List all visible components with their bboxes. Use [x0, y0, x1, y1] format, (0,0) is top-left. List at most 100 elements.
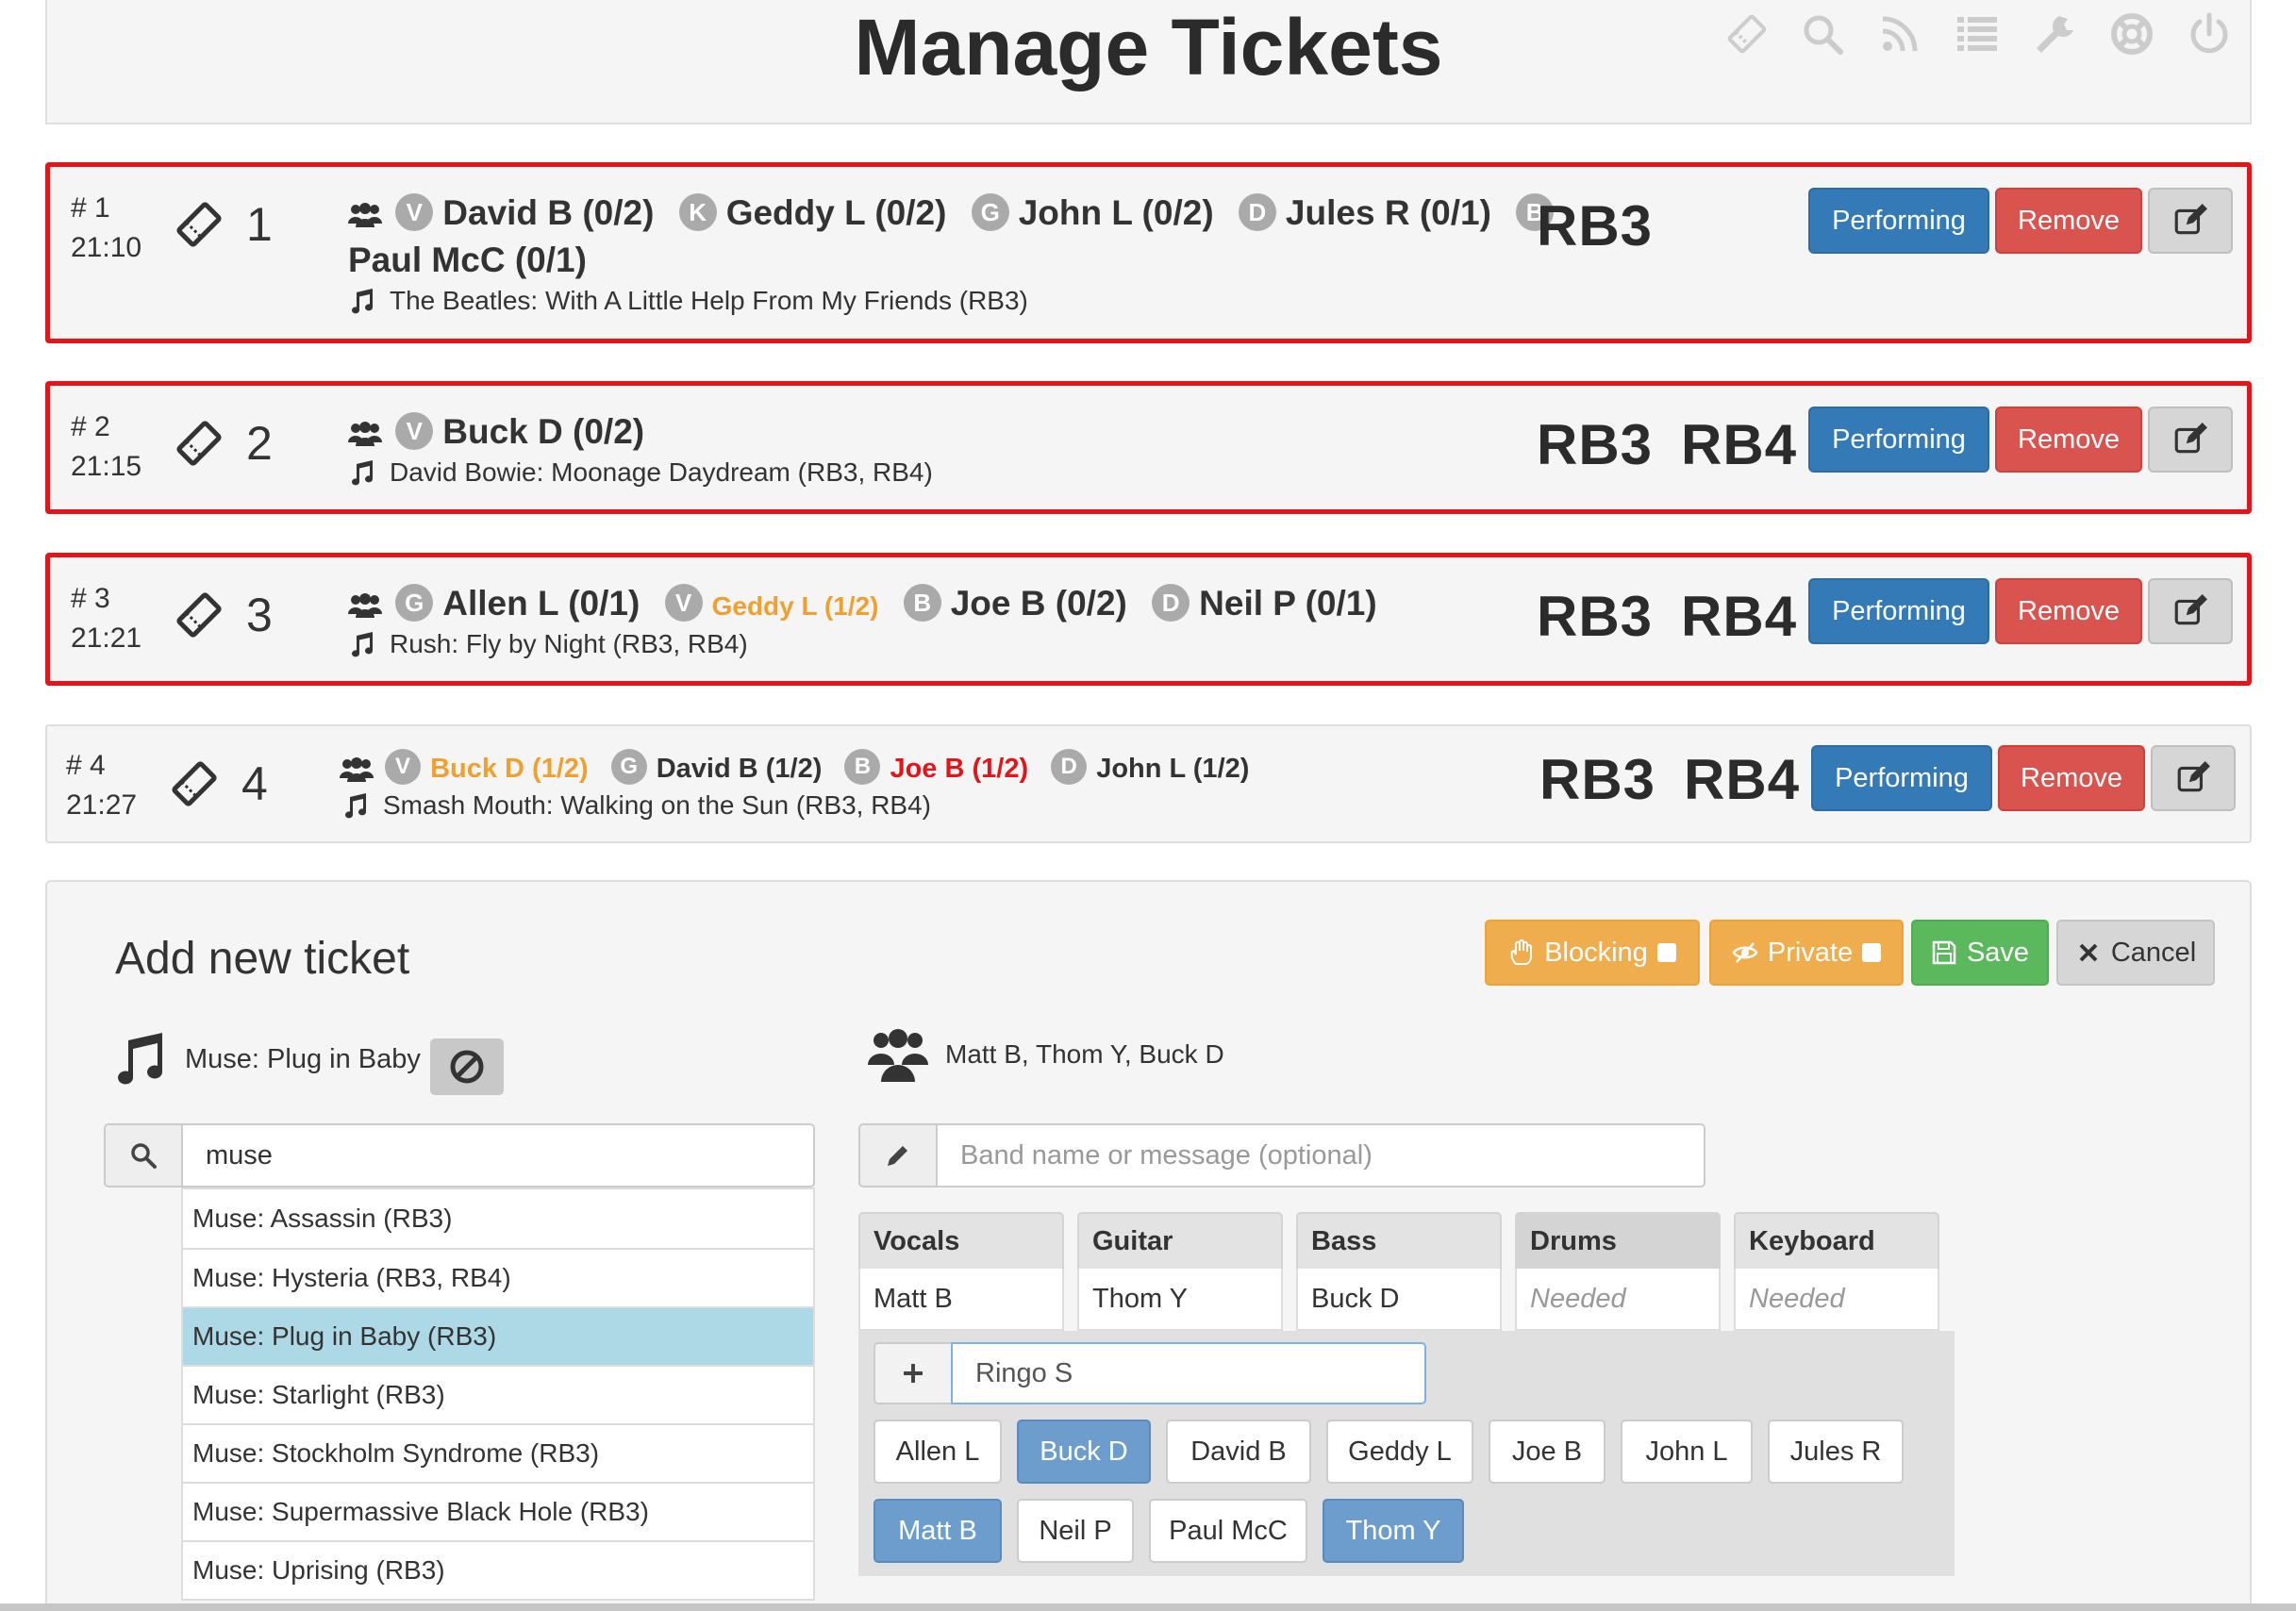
song-title: Rush: Fly by Night (RB3, RB4)	[390, 629, 748, 658]
performer-name: David B (0/2)	[442, 193, 655, 232]
remove-button[interactable]: Remove	[1998, 745, 2145, 811]
performer-list: G Allen L (0/1) V Geddy L (1/2) B Joe B (0/…	[348, 580, 1574, 630]
private-checkbox[interactable]	[1862, 943, 1882, 962]
users-icon	[868, 1029, 928, 1082]
ticket-number: 3	[173, 588, 273, 642]
ban-icon	[450, 1050, 484, 1084]
performer-chip-selected[interactable]: Matt B	[873, 1499, 1002, 1563]
tab-performer: Thom Y	[1077, 1269, 1283, 1331]
lifebuoy-icon[interactable]	[2102, 6, 2162, 62]
tab-vocals[interactable]: Vocals Matt B	[858, 1212, 1064, 1331]
performer-name-input[interactable]: Ringo S	[951, 1342, 1426, 1404]
users-icon	[348, 422, 382, 447]
tab-drums[interactable]: Drums Needed	[1515, 1212, 1721, 1331]
add-performer-group: Ringo S	[873, 1342, 1426, 1404]
edit-icon	[2177, 761, 2210, 792]
performer-chip[interactable]: Paul McC	[1149, 1499, 1307, 1563]
game-tags: RB3 RB4	[1537, 584, 1797, 649]
performer-entry: K Geddy L (0/2)	[678, 190, 946, 237]
song-result-item-selected[interactable]: Muse: Plug in Baby (RB3)	[183, 1306, 813, 1365]
tab-keyboard[interactable]: Keyboard Needed	[1734, 1212, 1939, 1331]
clear-song-button[interactable]	[430, 1038, 504, 1095]
instrument-badge: B	[903, 584, 941, 623]
performing-button[interactable]: Performing	[1808, 188, 1989, 254]
game-tag: RB3	[1539, 748, 1656, 811]
instrument-badge: V	[664, 584, 703, 623]
horizontal-scrollbar[interactable]	[0, 1603, 2296, 1611]
band-message-input[interactable]: Band name or message (optional)	[936, 1123, 1705, 1187]
tab-guitar[interactable]: Guitar Thom Y	[1077, 1212, 1283, 1331]
power-icon[interactable]	[2179, 6, 2239, 62]
music-note-icon	[345, 793, 366, 819]
performer-chip[interactable]: Joe B	[1489, 1420, 1606, 1484]
performing-button[interactable]: Performing	[1811, 745, 1992, 811]
remove-button[interactable]: Remove	[1995, 407, 2142, 473]
game-tag: RB3	[1537, 194, 1654, 257]
performer-entry: G John L (0/2)	[971, 190, 1214, 237]
wrench-icon[interactable]	[2024, 6, 2085, 62]
performing-button[interactable]: Performing	[1808, 578, 1989, 644]
performer-chip[interactable]: Jules R	[1768, 1420, 1904, 1484]
pencil-addon	[858, 1123, 936, 1187]
edit-button[interactable]	[2148, 578, 2233, 644]
remove-button[interactable]: Remove	[1995, 578, 2142, 644]
ticket-number: 2	[173, 416, 273, 471]
instrument-badge: D	[1152, 584, 1190, 623]
performer-chip[interactable]: David B	[1166, 1420, 1311, 1484]
song-result-item[interactable]: Muse: Starlight (RB3)	[183, 1365, 813, 1423]
song-result-item[interactable]: Muse: Hysteria (RB3, RB4)	[183, 1248, 813, 1306]
instrument-badge: V	[385, 749, 422, 786]
remove-button[interactable]: Remove	[1995, 188, 2142, 254]
ticket-icon	[176, 202, 222, 247]
edit-button[interactable]	[2148, 188, 2233, 254]
song-search-input[interactable]: muse	[181, 1123, 815, 1187]
performer-chip[interactable]: Geddy L	[1326, 1420, 1473, 1484]
song-result-item[interactable]: Muse: Assassin (RB3)	[183, 1189, 813, 1248]
rss-icon[interactable]	[1870, 6, 1930, 62]
music-note-icon	[352, 632, 373, 657]
ticket-song: The Beatles: With A Little Help From My …	[348, 282, 1028, 320]
ticket-position: # 4	[66, 750, 106, 781]
tab-bass[interactable]: Bass Buck D	[1296, 1212, 1502, 1331]
performer-chip-selected[interactable]: Thom Y	[1323, 1499, 1464, 1563]
ticket-card: # 2 21:15 2 V Buck D (0/2) David Bowie: M…	[45, 381, 2252, 514]
edit-button[interactable]	[2148, 407, 2233, 473]
private-toggle[interactable]: Private	[1709, 920, 1904, 986]
performer-chip-selected[interactable]: Buck D	[1017, 1420, 1151, 1484]
blocking-toggle[interactable]: Blocking	[1485, 920, 1700, 986]
performer-chip[interactable]: Allen L	[873, 1420, 1002, 1484]
ticket-song: David Bowie: Moonage Daydream (RB3, RB4)	[348, 454, 933, 491]
users-icon	[348, 593, 382, 619]
save-label: Save	[1966, 937, 2030, 968]
pencil-icon	[888, 1146, 907, 1166]
song-title: David Bowie: Moonage Daydream (RB3, RB4)	[390, 457, 933, 487]
performer-entry: V Buck D (0/2)	[395, 408, 644, 456]
add-performer-button[interactable]	[873, 1342, 951, 1404]
game-tags: RB3	[1537, 193, 1653, 258]
edit-icon	[2174, 423, 2207, 454]
instrument-tabs: Vocals Matt B Guitar Thom Y Bass Buck D …	[858, 1212, 1943, 1331]
blocking-checkbox[interactable]	[1656, 943, 1676, 962]
tab-performer: Buck D	[1296, 1269, 1502, 1331]
song-result-item[interactable]: Muse: Stockholm Syndrome (RB3)	[183, 1423, 813, 1482]
performer-chip[interactable]: John L	[1621, 1420, 1753, 1484]
ticket-position: # 3	[71, 583, 110, 614]
instrument-badge: D	[1051, 749, 1088, 786]
ticket-icon[interactable]	[1717, 6, 1777, 62]
edit-button[interactable]	[2151, 745, 2236, 811]
instrument-badge: G	[395, 584, 434, 623]
list-icon[interactable]	[1947, 6, 2007, 62]
add-ticket-panel: Add new ticket Blocking Private Save Can…	[45, 880, 2252, 1611]
performer-chip[interactable]: Neil P	[1017, 1499, 1134, 1563]
ticket-icon	[176, 592, 222, 638]
performer-entry: V Buck D (1/2)	[385, 745, 589, 792]
search-icon[interactable]	[1792, 6, 1853, 62]
save-button[interactable]: Save	[1911, 920, 2049, 986]
ticket-time: 21:15	[71, 451, 142, 482]
instrument-badge: V	[395, 193, 434, 232]
cancel-button[interactable]: Cancel	[2056, 920, 2215, 986]
tab-label: Drums	[1515, 1212, 1721, 1269]
song-result-item[interactable]: Muse: Supermassive Black Hole (RB3)	[183, 1482, 813, 1540]
song-result-item[interactable]: Muse: Uprising (RB3)	[183, 1540, 813, 1599]
performing-button[interactable]: Performing	[1808, 407, 1989, 473]
